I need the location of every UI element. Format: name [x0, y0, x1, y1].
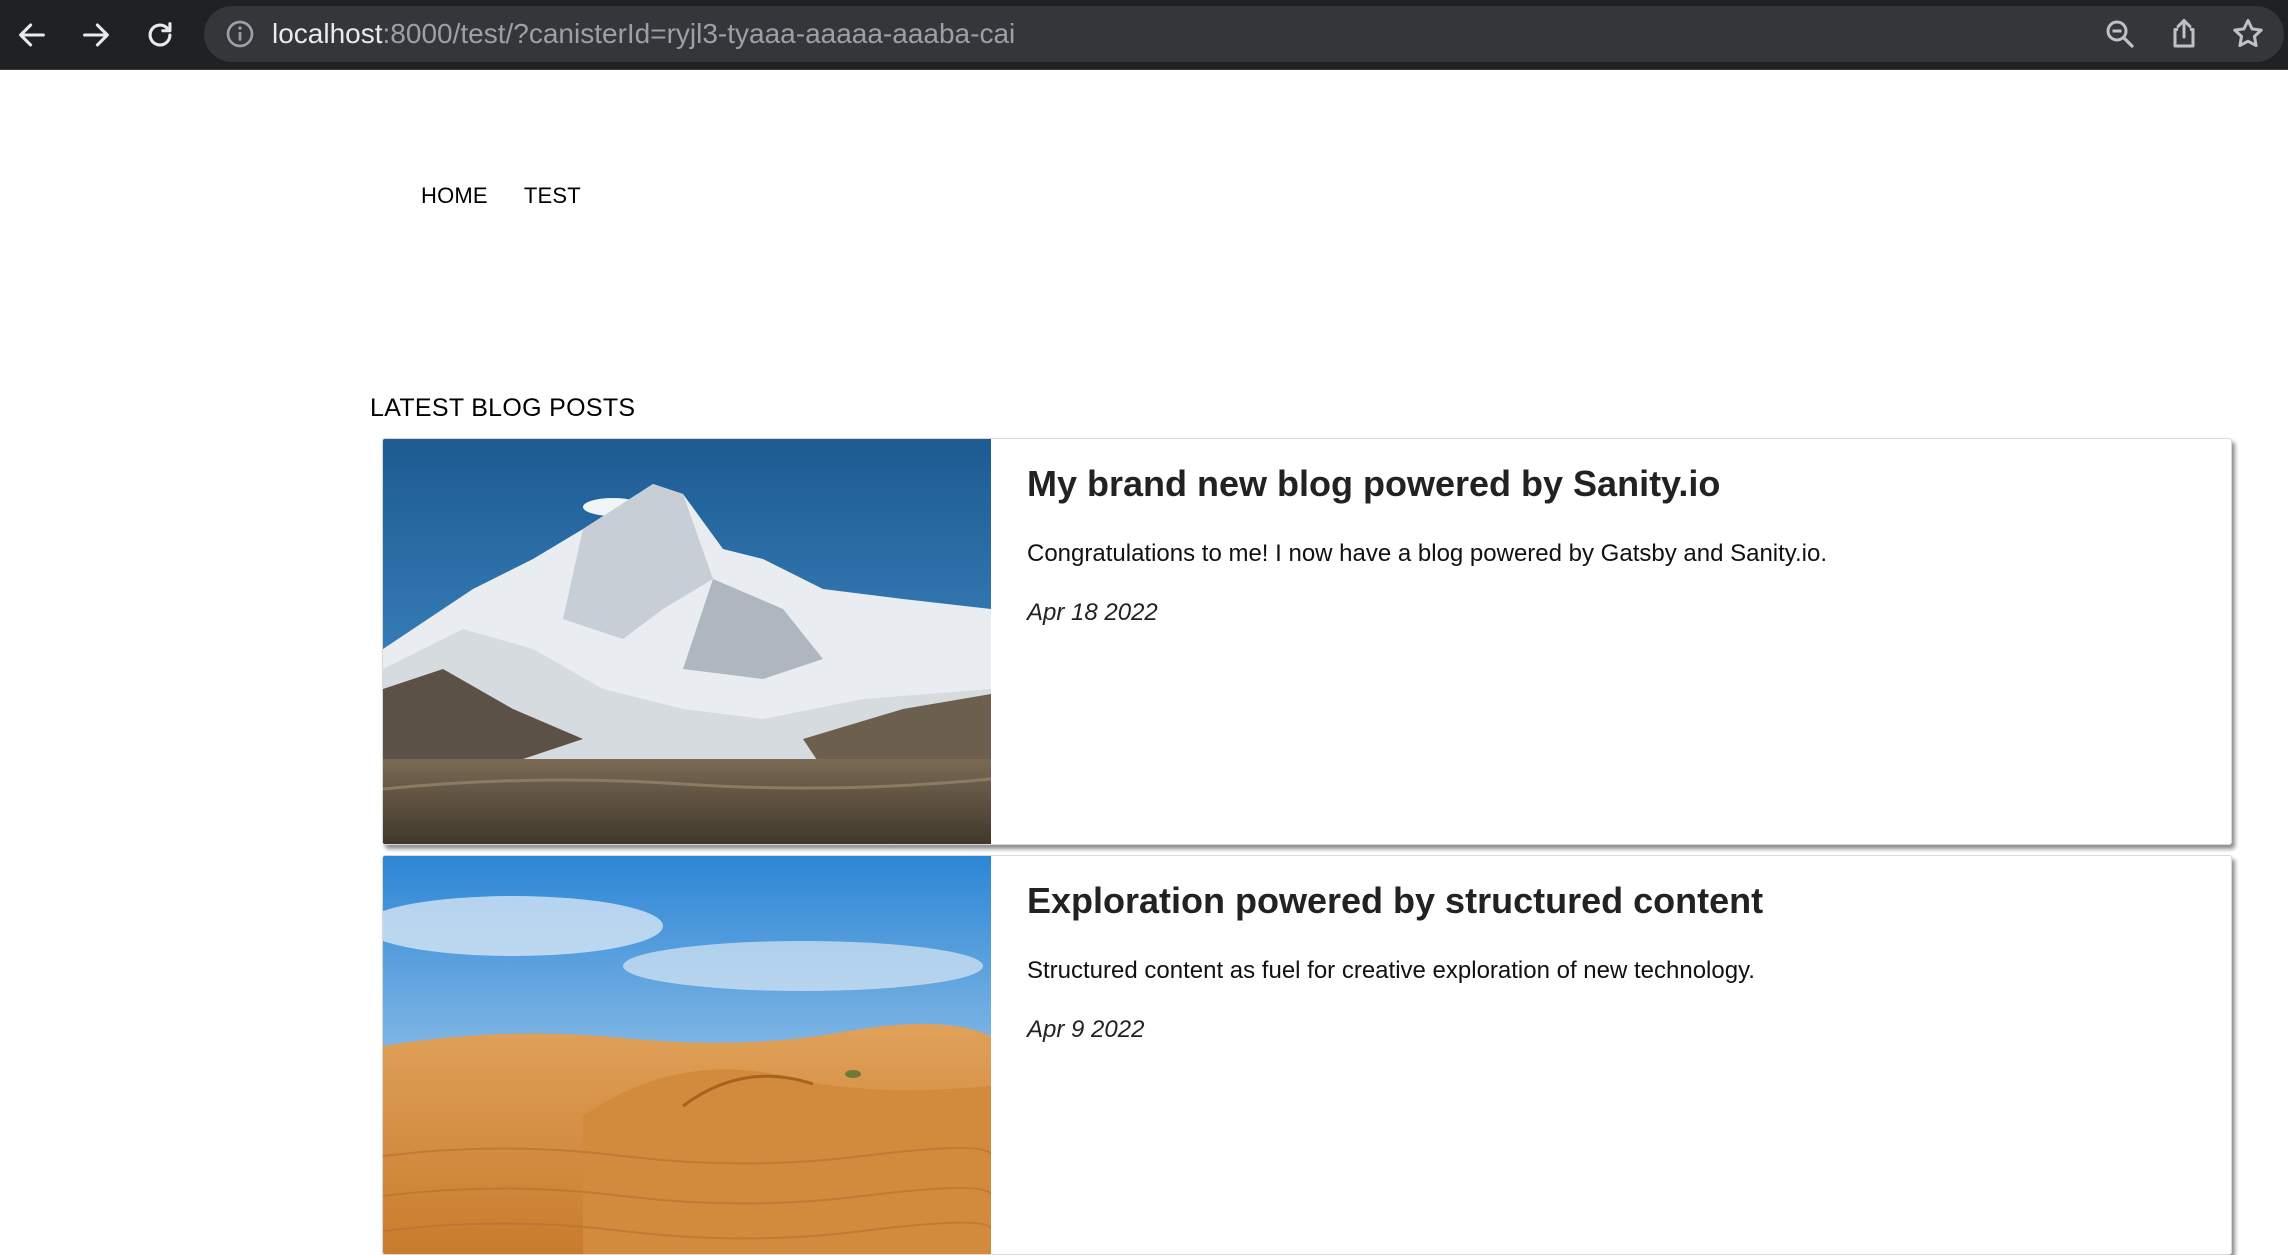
share-button[interactable] [2166, 16, 2202, 52]
blog-post-card[interactable]: Exploration powered by structured conten… [382, 855, 2232, 1255]
nav-test-link[interactable]: TEST [524, 183, 581, 209]
site-nav: HOME TEST [421, 183, 581, 209]
post-excerpt: Structured content as fuel for creative … [1027, 957, 1755, 984]
latest-posts-heading: LATEST BLOG POSTS [370, 394, 636, 422]
post-excerpt: Congratulations to me! I now have a blog… [1027, 540, 1828, 567]
zoom-button[interactable] [2102, 16, 2138, 52]
post-image-mountain[interactable] [383, 439, 991, 844]
back-icon [19, 23, 45, 47]
url-path: :8000/test/?canisterId=ryjl3-tyaaa-aaaaa… [382, 18, 1016, 49]
url-text[interactable]: localhost:8000/test/?canisterId=ryjl3-ty… [272, 6, 1015, 62]
address-bar[interactable]: localhost:8000/test/?canisterId=ryjl3-ty… [204, 6, 2284, 62]
nav-home-link[interactable]: HOME [421, 183, 488, 209]
bookmark-star-icon [2233, 19, 2263, 48]
share-icon [2173, 19, 2195, 48]
forward-button[interactable] [73, 12, 119, 58]
reload-button[interactable] [137, 12, 183, 58]
zoom-icon [2106, 20, 2134, 48]
reload-icon [148, 22, 172, 47]
post-image-desert[interactable] [383, 856, 991, 1254]
back-button[interactable] [9, 12, 55, 58]
post-title[interactable]: My brand new blog powered by Sanity.io [1027, 463, 1720, 505]
post-title[interactable]: Exploration powered by structured conten… [1027, 880, 1763, 922]
url-host: localhost [272, 18, 383, 49]
post-date: Apr 18 2022 [1027, 599, 1158, 626]
post-date: Apr 9 2022 [1027, 1016, 1145, 1043]
info-icon[interactable] [224, 18, 256, 50]
bookmark-button[interactable] [2230, 16, 2266, 52]
blog-post-card[interactable]: My brand new blog powered by Sanity.io C… [382, 438, 2232, 845]
mountain-photo [383, 439, 991, 844]
desert-photo [383, 856, 991, 1254]
forward-icon [83, 23, 109, 47]
browser-toolbar: localhost:8000/test/?canisterId=ryjl3-ty… [0, 0, 2288, 70]
